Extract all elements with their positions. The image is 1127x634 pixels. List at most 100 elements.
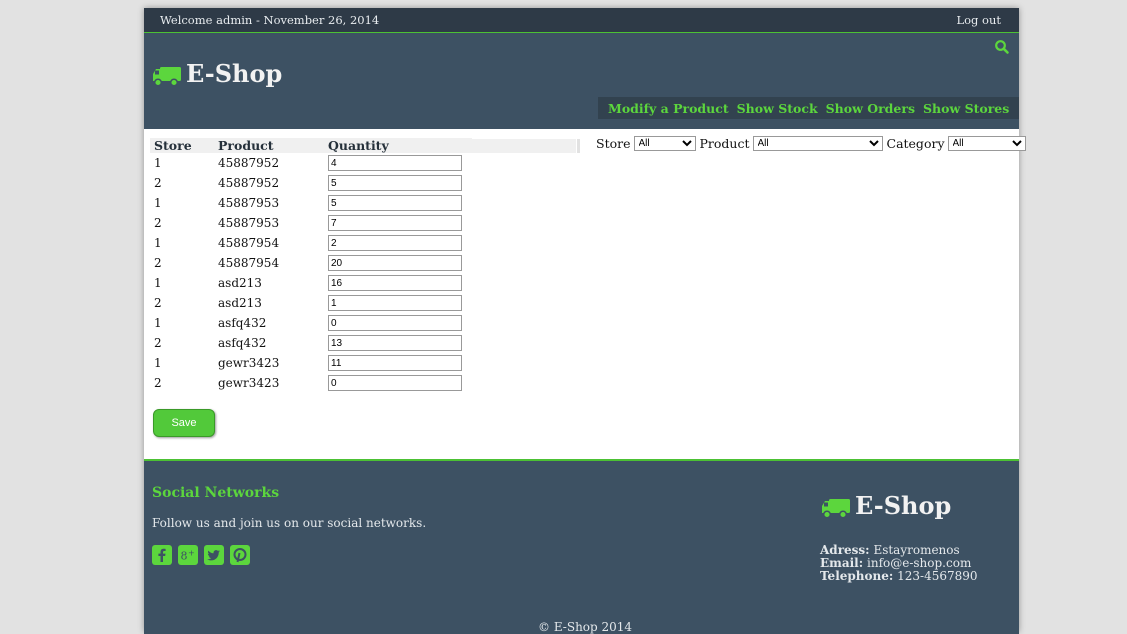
table-row: 1 asfq432 — [150, 313, 472, 333]
store-filter-select[interactable]: All — [633, 136, 696, 151]
quantity-input[interactable] — [328, 335, 462, 352]
product-cell: 45887952 — [218, 156, 280, 170]
search-icon[interactable] — [994, 39, 1010, 55]
quantity-cell — [324, 213, 472, 233]
telephone-label: Telephone: — [820, 569, 894, 583]
page-container: Welcome admin - November 26, 2014 Log ou… — [144, 8, 1026, 634]
store-filter-label: Store — [596, 136, 631, 151]
store-cell: 2 — [154, 336, 162, 350]
category-filter-select[interactable]: All — [947, 136, 1026, 151]
product-cell: 45887953 — [218, 196, 280, 210]
product-cell: 45887954 — [218, 236, 280, 250]
store-cell: 1 — [154, 236, 162, 250]
email-value: info@e-shop.com — [867, 556, 972, 570]
email-label: Email: — [820, 556, 864, 570]
welcome-text: Welcome admin - November 26, 2014 — [160, 13, 380, 27]
table-row: 1 gewr3423 — [150, 353, 472, 373]
quantity-cell — [324, 273, 472, 293]
table-row: 2 asd213 — [150, 293, 472, 313]
top-bar: Welcome admin - November 26, 2014 Log ou… — [144, 8, 1019, 33]
quantity-cell — [324, 193, 472, 213]
quantity-cell — [324, 253, 472, 273]
store-cell: 2 — [154, 216, 162, 230]
social-networks-title: Social Networks — [152, 485, 280, 501]
quantity-input[interactable] — [328, 195, 462, 212]
store-cell: 1 — [154, 156, 162, 170]
product-cell: asfq432 — [218, 316, 267, 330]
product-cell: asd213 — [218, 276, 262, 290]
quantity-input[interactable] — [328, 175, 462, 192]
divider — [577, 139, 580, 153]
quantity-cell — [324, 353, 472, 373]
table-header-row: Store Product Quantity — [150, 138, 472, 153]
product-cell: 45887954 — [218, 256, 280, 270]
svg-text:8: 8 — [181, 550, 188, 563]
column-header-product: Product — [214, 138, 324, 153]
quantity-input[interactable] — [328, 235, 462, 252]
table-row: 1 45887952 — [150, 153, 472, 173]
store-cell: 1 — [154, 276, 162, 290]
stock-table-body: 1 45887952 2 45887952 1 45887953 2 45887953 1 458… — [150, 153, 472, 393]
telephone-value: 123-4567890 — [897, 569, 978, 583]
social-icons: 8 + — [152, 545, 256, 565]
header-bar-extension — [470, 139, 576, 153]
truck-icon — [153, 67, 181, 87]
social-networks-text: Follow us and join us on our social netw… — [152, 516, 427, 530]
facebook-icon[interactable] — [152, 545, 172, 565]
table-row: 2 45887953 — [150, 213, 472, 233]
store-cell: 1 — [154, 356, 162, 370]
address-label: Adress: — [820, 543, 870, 557]
truck-icon — [822, 499, 850, 519]
quantity-cell — [324, 313, 472, 333]
column-header-quantity: Quantity — [324, 138, 472, 153]
table-row: 1 45887953 — [150, 193, 472, 213]
main-nav: Modify a Product Show Stock Show Orders … — [598, 97, 1020, 119]
table-row: 2 asfq432 — [150, 333, 472, 353]
product-cell: asfq432 — [218, 336, 267, 350]
category-filter-label: Category — [886, 136, 945, 151]
quantity-input[interactable] — [328, 215, 462, 232]
table-row: 2 45887952 — [150, 173, 472, 193]
product-cell: asd213 — [218, 296, 262, 310]
google-plus-icon[interactable]: 8 + — [178, 545, 198, 565]
table-row: 1 asd213 — [150, 273, 472, 293]
main-content: Store Product Quantity 1 45887952 2 4588795… — [144, 129, 1026, 459]
quantity-input[interactable] — [328, 355, 462, 372]
product-filter-label: Product — [699, 136, 750, 151]
quantity-input[interactable] — [328, 275, 462, 292]
product-cell: 45887953 — [218, 216, 280, 230]
quantity-cell — [324, 333, 472, 353]
product-cell: gewr3423 — [218, 376, 280, 390]
nav-show-stock[interactable]: Show Stock — [737, 101, 818, 116]
address-value: Estayromenos — [873, 543, 960, 557]
nav-show-orders[interactable]: Show Orders — [826, 101, 915, 116]
quantity-cell — [324, 173, 472, 193]
pinterest-icon[interactable] — [230, 545, 250, 565]
nav-modify-product[interactable]: Modify a Product — [608, 101, 729, 116]
quantity-input[interactable] — [328, 155, 462, 172]
footer-brand-name: E-Shop — [855, 491, 952, 520]
nav-show-stores[interactable]: Show Stores — [923, 101, 1009, 116]
store-cell: 1 — [154, 316, 162, 330]
store-cell: 2 — [154, 376, 162, 390]
table-row: 1 45887954 — [150, 233, 472, 253]
stock-table: Store Product Quantity 1 45887952 2 4588795… — [150, 138, 472, 393]
contact-info: Adress: Estayromenos Email: info@e-shop.… — [820, 544, 978, 583]
quantity-input[interactable] — [328, 295, 462, 312]
save-button[interactable]: Save — [153, 409, 215, 437]
filters: Store All Product All Category All — [596, 136, 1030, 151]
quantity-cell — [324, 373, 472, 393]
quantity-input[interactable] — [328, 315, 462, 332]
quantity-input[interactable] — [328, 255, 462, 272]
quantity-cell — [324, 233, 472, 253]
svg-text:+: + — [188, 549, 195, 558]
twitter-icon[interactable] — [204, 545, 224, 565]
quantity-input[interactable] — [328, 375, 462, 392]
store-cell: 2 — [154, 256, 162, 270]
product-filter-select[interactable]: All — [752, 136, 883, 151]
product-cell: gewr3423 — [218, 356, 280, 370]
store-cell: 2 — [154, 296, 162, 310]
column-header-store: Store — [150, 138, 214, 153]
logout-link[interactable]: Log out — [956, 13, 1001, 27]
store-cell: 2 — [154, 176, 162, 190]
